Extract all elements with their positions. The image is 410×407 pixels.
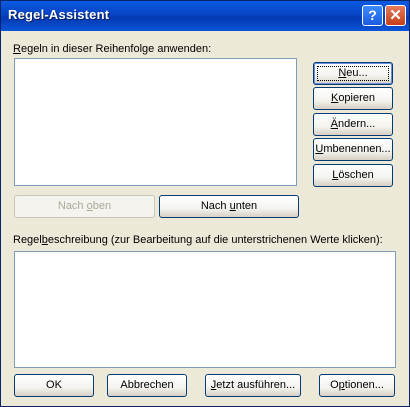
help-icon[interactable]: ?: [362, 5, 383, 26]
rename-rule-button[interactable]: Umbenennen...: [313, 138, 393, 161]
move-up-button[interactable]: Nach oben: [14, 195, 155, 218]
new-rule-button[interactable]: Neu...: [313, 62, 393, 85]
cancel-button[interactable]: Abbrechen: [107, 374, 187, 397]
dialog-body: Regeln in dieser Reihenfolge anwenden: N…: [4, 31, 406, 404]
close-icon[interactable]: ✕: [385, 5, 406, 26]
run-now-button[interactable]: Jetzt ausführen...: [205, 374, 301, 397]
change-rule-button[interactable]: Ändern...: [313, 113, 393, 136]
rule-description-box[interactable]: [14, 251, 396, 368]
rule-description-label: Regelbeschreibung (zur Bearbeitung auf d…: [13, 234, 383, 246]
move-down-button[interactable]: Nach unten: [159, 195, 299, 218]
rules-list-label: Regeln in dieser Reihenfolge anwenden:: [13, 43, 212, 55]
title-bar[interactable]: Regel-Assistent ? ✕: [1, 1, 409, 31]
window-title: Regel-Assistent: [8, 7, 110, 22]
copy-rule-button[interactable]: Kopieren: [313, 87, 393, 110]
ok-button[interactable]: OK: [14, 374, 94, 397]
options-button[interactable]: Optionen...: [319, 374, 395, 397]
rules-wizard-dialog: Regel-Assistent ? ✕ Regeln in dieser Rei…: [0, 0, 410, 407]
rules-list[interactable]: [14, 58, 297, 186]
delete-rule-button[interactable]: Löschen: [313, 164, 393, 187]
